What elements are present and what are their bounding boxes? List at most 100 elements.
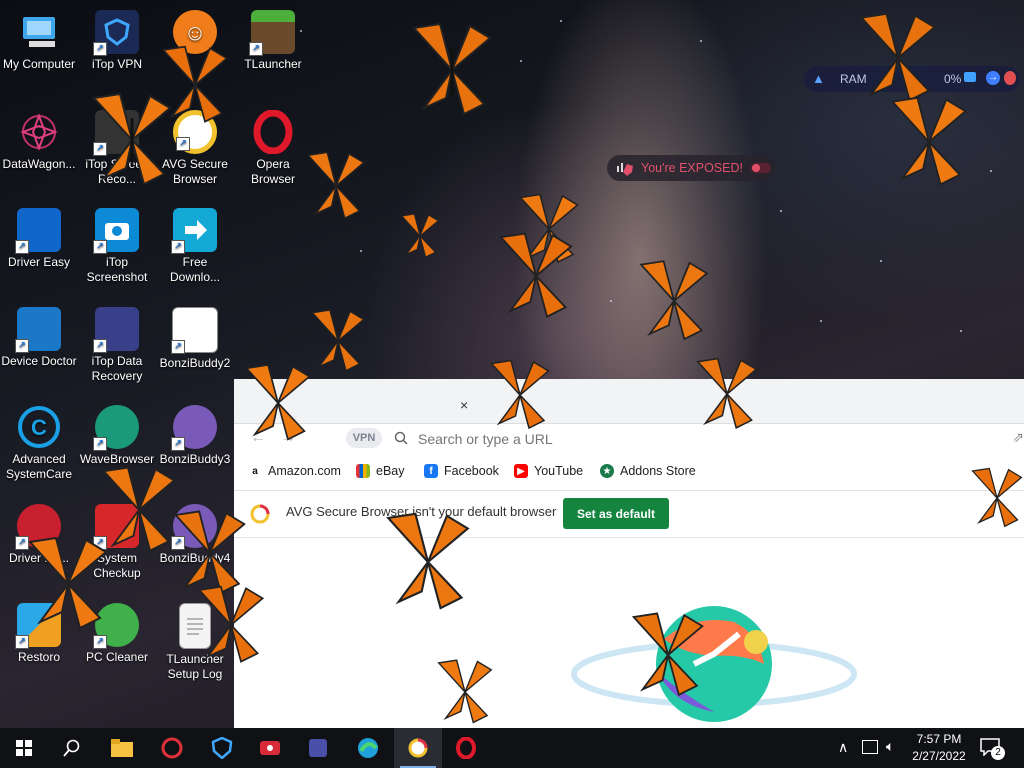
bell-icon[interactable] — [1004, 71, 1016, 85]
desktop-icon-label: iTop Screenshot — [86, 255, 148, 284]
butterfly-icon — [631, 612, 704, 697]
window-icon: ↗ — [171, 307, 218, 354]
desktop-icon-datawagon[interactable]: DataWagon... — [0, 110, 78, 172]
taskbar-search-button[interactable] — [48, 728, 96, 768]
butterfly-icon — [890, 96, 968, 186]
shortcut-arrow-icon: ↗ — [93, 42, 107, 56]
taskbar-avg-browser[interactable] — [394, 728, 442, 768]
start-button[interactable] — [0, 728, 48, 768]
bookmark-facebook[interactable]: f Facebook — [424, 464, 499, 478]
folder-icon — [111, 739, 133, 757]
butterfly-icon — [696, 357, 758, 429]
desktop-icon-label: Free Downlo... — [169, 255, 221, 284]
butterfly-icon — [386, 512, 470, 610]
record-icon — [260, 741, 280, 755]
rocket-icon: ▲ — [812, 71, 825, 86]
butterfly-icon — [28, 536, 108, 630]
taskbar-data-recovery[interactable] — [294, 728, 342, 768]
bookmark-label: eBay — [376, 464, 405, 478]
data-recovery-icon: ↗ — [93, 307, 139, 353]
edge-icon — [358, 738, 378, 758]
butterfly-icon — [639, 260, 709, 341]
desktop-icon-wavebrowser[interactable]: ↗ WaveBrowser — [78, 405, 156, 467]
desktop-icon-label: Driver Easy — [7, 255, 70, 269]
bookmark-ebay[interactable]: eBay — [356, 464, 405, 478]
desktop-icon-my-computer[interactable]: My Computer — [0, 10, 78, 72]
toggle-icon[interactable] — [751, 163, 771, 173]
exposed-text: You're EXPOSED! — [641, 161, 743, 175]
navigation-bar: ← → VPN ⇗ — [234, 425, 1024, 455]
shortcut-arrow-icon: ↗ — [15, 339, 29, 353]
data-recovery-icon — [309, 739, 327, 757]
butterfly-icon — [412, 22, 492, 116]
opera-icon — [456, 737, 476, 759]
youtube-icon: ▶ — [514, 464, 528, 478]
shortcut-arrow-icon: ↗ — [93, 240, 107, 254]
desktop-icon-device-doctor[interactable]: ↗ Device Doctor — [0, 307, 78, 369]
desktop-icon-free-download-manager[interactable]: ↗ Free Downlo... — [156, 208, 234, 285]
desktop-icon-label: iTop VPN — [91, 57, 143, 71]
desktop-icon-label: PC Cleaner — [85, 650, 149, 664]
taskbar-file-explorer[interactable] — [98, 728, 146, 768]
taskbar-itop-vpn[interactable] — [198, 728, 246, 768]
video-icon[interactable] — [964, 72, 976, 82]
notification-count-badge: 2 — [991, 746, 1005, 760]
shortcut-arrow-icon: ↗ — [15, 240, 29, 254]
taskbar-edge[interactable] — [344, 728, 392, 768]
desktop-icon-driver-easy[interactable]: ↗ Driver Easy — [0, 208, 78, 270]
exposed-warning-widget[interactable]: You're EXPOSED! — [607, 155, 775, 181]
windows-logo-icon — [16, 740, 32, 756]
desktop-icon-label: iTop Data Recovery — [91, 354, 143, 383]
taskbar-driver-booster[interactable] — [148, 728, 196, 768]
clock-date[interactable]: 2/27/2022 — [910, 749, 968, 763]
shortcut-arrow-icon: ↗ — [171, 340, 185, 354]
signal-shield-icon — [617, 163, 633, 176]
download-arrow-icon: ↗ — [171, 208, 217, 254]
desktop-icon-advanced-systemcare[interactable]: C Advanced SystemCare — [0, 405, 78, 482]
arrow-right-icon[interactable]: → — [986, 71, 1000, 85]
desktop-icon-itop-data-recovery[interactable]: ↗ iTop Data Recovery — [78, 307, 156, 384]
search-icon — [63, 739, 80, 757]
butterfly-icon — [971, 467, 1023, 528]
driver-easy-icon: ↗ — [15, 208, 61, 254]
set-as-default-button[interactable]: Set as default — [563, 498, 669, 529]
butterfly-icon — [197, 585, 265, 663]
shortcut-arrow-icon: ↗ — [171, 240, 185, 254]
share-icon[interactable]: ⇗ — [1012, 429, 1024, 446]
grass-block-icon: ↗ — [249, 10, 295, 56]
bookmark-addons-store[interactable]: ★ Addons Store — [600, 464, 696, 478]
bookmark-label: Amazon.com — [268, 464, 341, 478]
desktop-icon-label: DataWagon... — [2, 157, 76, 171]
vpn-button[interactable]: VPN — [346, 428, 382, 448]
desktop-icon-label: Restoro — [17, 650, 61, 664]
wave-icon: ↗ — [93, 405, 139, 451]
chevron-up-icon[interactable]: ∧ — [838, 739, 848, 756]
bookmarks-bar: a Amazon.com eBay f Facebook ▶ YouTube ★ Add… — [234, 459, 1024, 489]
clock-time[interactable]: 7:57 PM — [910, 732, 968, 746]
taskbar: ∧ 🔈︎ 7:57 PM 2/27/2022 2 — [0, 728, 1024, 768]
speaker-icon[interactable]: 🔈︎ — [886, 738, 894, 755]
facebook-icon: f — [424, 464, 438, 478]
bookmark-label: YouTube — [534, 464, 584, 478]
network-icon[interactable] — [862, 740, 878, 754]
desktop-icon-label: Device Doctor — [1, 354, 77, 368]
desktop-icon-itop-vpn[interactable]: ↗ iTop VPN — [78, 10, 156, 72]
taskbar-opera[interactable] — [442, 728, 490, 768]
tab-strip: × — [234, 379, 1024, 424]
systemcare-icon: C — [17, 405, 61, 449]
desktop-icon-label: TLauncher — [244, 57, 302, 71]
bookmark-amazon[interactable]: a Amazon.com — [248, 464, 341, 478]
butterfly-icon — [306, 151, 366, 220]
device-doctor-icon: ↗ — [15, 307, 61, 353]
desktop-icon-tlauncher[interactable]: ↗ TLauncher — [234, 10, 312, 72]
desktop-icon-label: My Computer — [2, 57, 76, 71]
shortcut-arrow-icon: ↗ — [171, 437, 185, 451]
mandala-icon — [17, 110, 61, 154]
bookmark-youtube[interactable]: ▶ YouTube — [514, 464, 583, 478]
notification-center-button[interactable]: 2 — [978, 736, 1006, 762]
taskbar-screen-recorder[interactable] — [246, 728, 294, 768]
desktop-icon-itop-screenshot[interactable]: ↗ iTop Screenshot — [78, 208, 156, 285]
default-browser-infobar: AVG Secure Browser isn't your default br… — [234, 490, 1024, 538]
butterfly-icon — [244, 364, 311, 441]
shield-icon — [211, 737, 233, 759]
